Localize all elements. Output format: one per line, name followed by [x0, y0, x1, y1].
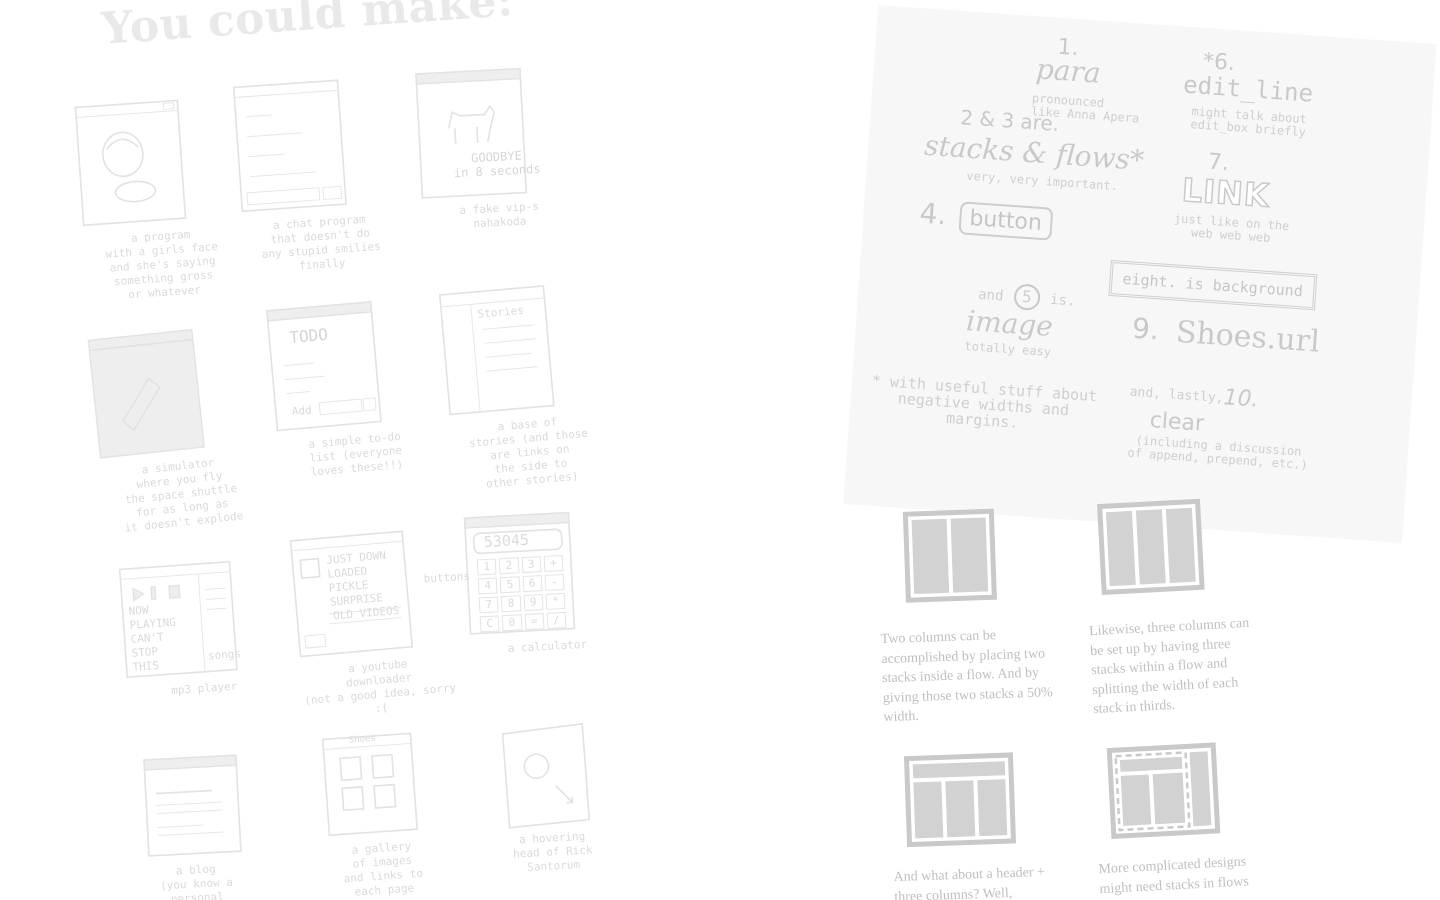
item10-title: clear — [1148, 408, 1205, 437]
blog-window-sketch — [143, 754, 242, 857]
item8-title: eight. is background — [1108, 259, 1318, 311]
gallery-title: Shoes — [348, 733, 377, 746]
item9-title: Shoes.url — [1174, 314, 1321, 360]
sketch-caption: mp3 player — [170, 679, 238, 698]
item6-note: might talk about edit_box briefly — [1190, 104, 1308, 139]
todo-window-sketch — [266, 301, 382, 432]
calc-key: = — [524, 613, 545, 631]
diagram-nested-stacks: More complicated designs might need stac… — [1092, 736, 1340, 899]
sketch-caption: a hovering head of Rick Santorum — [512, 829, 593, 874]
sketch-blog: a blog (you know a personal journal) — [140, 748, 308, 900]
item4-title: button — [958, 201, 1053, 241]
mp3-side-label: songs — [207, 647, 242, 663]
calc-key: 8 — [500, 595, 521, 613]
calc-key: / — [546, 611, 567, 629]
item10-note: (including a discussion of append, prepe… — [1127, 433, 1309, 472]
calculator-keypad: 1 2 3 + 4 5 6 - 7 8 9 * C 0 = / — [476, 554, 567, 633]
calc-key: 1 — [476, 558, 497, 576]
calculator-side-label: buttons — [423, 569, 471, 586]
item5-note: totally easy — [964, 338, 1052, 359]
shuttle-window-sketch — [87, 328, 205, 459]
item9-number: 9. — [1131, 311, 1161, 347]
sketch-sheet: You could make: a program with a girls f… — [60, 0, 680, 900]
calc-key: 4 — [477, 577, 498, 595]
calc-key: 3 — [521, 556, 542, 574]
calc-key: 7 — [478, 596, 499, 614]
item23-title: stacks & flows* — [923, 128, 1146, 177]
sketch-caption: a calculator — [507, 637, 588, 655]
sketch-gallery: Shoes a gallery of images and links to e… — [318, 725, 489, 900]
item5-title: image — [965, 304, 1054, 344]
item5-prefix: and — [977, 286, 1004, 305]
diagram-caption: And what about a header + three columns?… — [893, 864, 1046, 900]
chat-window-sketch — [232, 79, 347, 213]
sketch-todo-list: TODO Add a simple to-do list (everyone l… — [263, 293, 438, 482]
sketch-youtube-downloader: JUST DOWN LOADED PICKLE SURPRISE OLD VID… — [286, 523, 462, 722]
diagram-caption: Likewise, three columns can be set up by… — [1088, 615, 1250, 718]
sketch-space-shuttle: a simulator where you fly the space shut… — [84, 318, 264, 538]
sketch-caption: a fake vip-s nahakoda — [459, 199, 540, 231]
item23-number: 2 & 3 are. — [959, 105, 1060, 136]
calc-key: - — [544, 573, 565, 591]
item1-title: para — [1034, 52, 1102, 90]
diagram-three-columns: Likewise, three columns can be set up by… — [1083, 492, 1334, 720]
sketch-face-program: a program with a girls face and she's sa… — [71, 91, 245, 306]
calc-key: 0 — [501, 614, 522, 632]
sketch-chat-program: a chat program that doesn't do any stupi… — [229, 73, 402, 278]
item7-number: 7. — [1207, 149, 1230, 176]
calculator-display: 53045 — [483, 530, 530, 552]
page-heading: You could make: — [100, 0, 516, 55]
sketch-caption: a simple to-do list (everyone loves thes… — [307, 429, 404, 479]
page: You could make: a program with a girls f… — [0, 0, 1440, 900]
item10-prefix: and, lastly, — [1129, 384, 1224, 407]
mp3-screen-text: NOW PLAYING CAN'T STOP THIS — [128, 603, 177, 674]
item7-note: just like on the web web web — [1173, 211, 1290, 245]
sketch-calculator: 53045 1 2 3 + 4 5 6 - 7 8 9 * C 0 = / bu… — [423, 506, 627, 658]
item5-suffix: is. — [1049, 291, 1076, 310]
diagram-caption: Two columns can be accomplished by placi… — [880, 628, 1053, 726]
calc-key: C — [479, 615, 500, 633]
calc-key: + — [543, 554, 564, 572]
sketch-stories: Stories a base of stories (and those are… — [435, 277, 612, 494]
sketch-caption: a base of stories (and those are links o… — [468, 415, 589, 491]
three-column-diagram — [1097, 498, 1205, 596]
diagram-caption: More complicated designs might need stac… — [1098, 854, 1250, 897]
sketch-caption: a chat program that doesn't do any stupi… — [261, 212, 382, 273]
sketch-caption: a blog (you know a personal journal) — [159, 862, 234, 900]
outline-card: 1. para pronounced like Anna Apera *6. e… — [843, 5, 1437, 543]
head-window-sketch — [501, 722, 591, 829]
calc-key: * — [545, 592, 566, 610]
header-column-diagram — [903, 752, 1017, 848]
item4-number: 4. — [918, 196, 948, 232]
sketch-hovering-head: a hovering head of Rick Santorum — [496, 716, 664, 876]
calc-key: 5 — [499, 576, 521, 594]
stories-window-sketch — [438, 285, 555, 416]
sketch-fake-virus: GOODBYE in 8 seconds a fake vip-s nahako… — [412, 62, 580, 234]
calc-key: 6 — [522, 575, 543, 593]
todo-title: TODO — [288, 324, 329, 348]
sketch-caption: a program with a girls face and she's sa… — [105, 227, 219, 302]
item7-title: LINK — [1180, 170, 1272, 216]
two-column-diagram — [902, 508, 997, 603]
item6-title: edit_line — [1182, 70, 1315, 108]
sketch-caption: a gallery of images and links to each pa… — [343, 839, 424, 899]
calc-key: 9 — [523, 594, 544, 612]
sketch-caption: a youtube downloader (not a good idea, s… — [303, 657, 457, 716]
nested-stack-diagram — [1106, 742, 1221, 839]
youtube-screen-text: JUST DOWN LOADED PICKLE SURPRISE — [325, 548, 387, 609]
calc-key: 2 — [498, 557, 520, 575]
todo-add-label: Add — [291, 403, 313, 419]
face-window-sketch — [74, 99, 187, 227]
item10-number: 10. — [1222, 385, 1260, 413]
sketch-mp3-player: NOW PLAYING CAN'T STOP THIS songs mp3 pl… — [115, 555, 284, 702]
sketch-caption: a simulator where you fly the space shut… — [123, 456, 244, 535]
footnote: * with useful stuff about negative width… — [871, 371, 1098, 432]
